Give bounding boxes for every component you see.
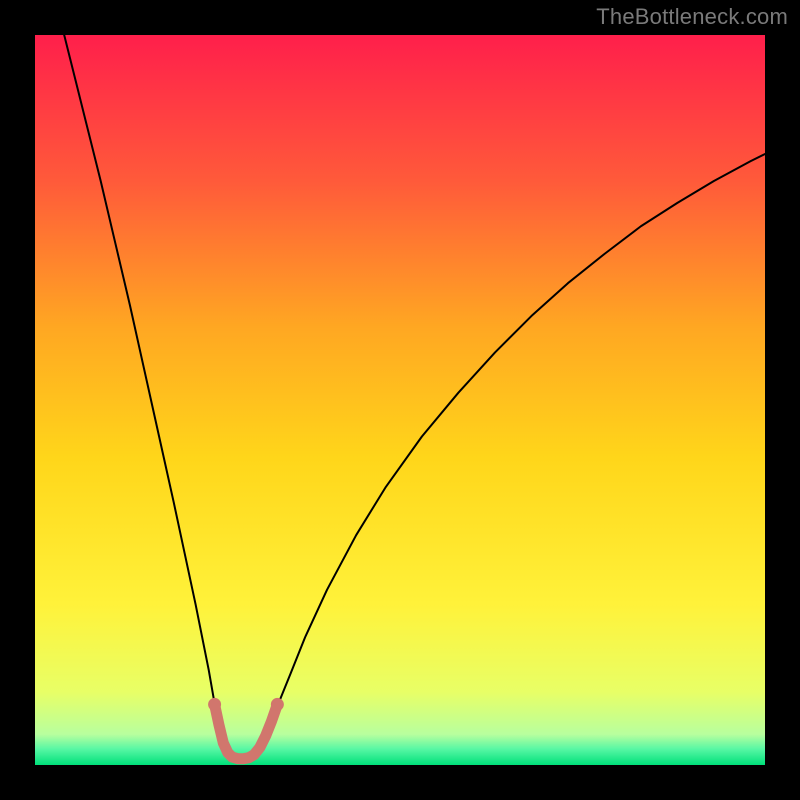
plot-background [35,35,765,765]
bottleneck-plot [35,35,765,765]
chart-frame: TheBottleneck.com [0,0,800,800]
watermark-text: TheBottleneck.com [596,4,788,30]
